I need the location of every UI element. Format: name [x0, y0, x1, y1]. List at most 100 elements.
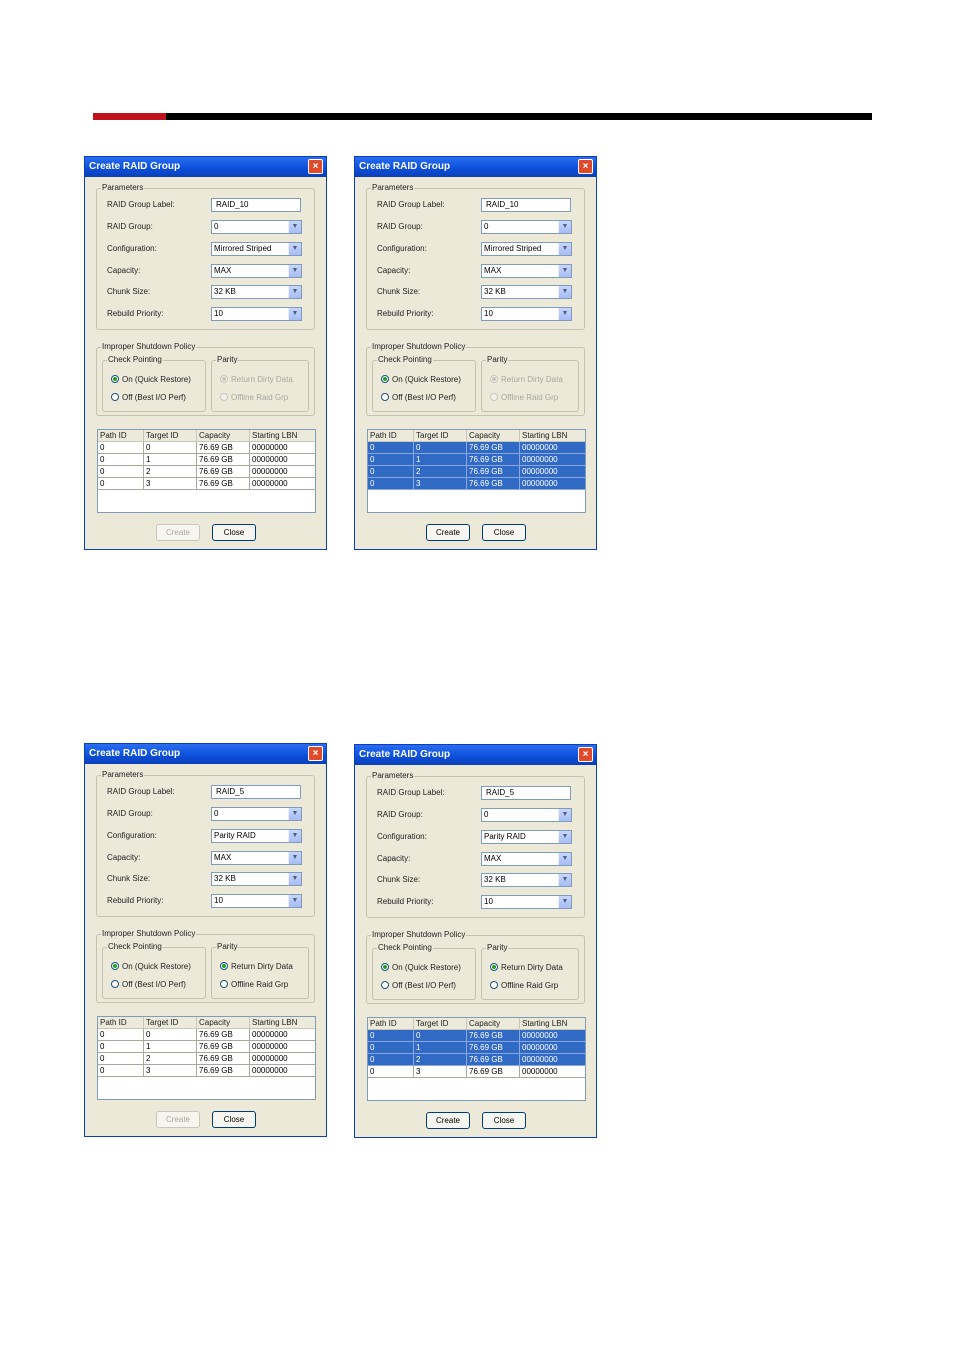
create-button[interactable]: Create	[426, 1112, 470, 1129]
raid-group-label-input[interactable]: RAID_5	[211, 785, 301, 799]
column-header[interactable]: Capacity	[467, 1018, 520, 1029]
chunk-size-select[interactable]: 32 KB ▼	[211, 285, 302, 299]
table-row[interactable]: 0 1 76.69 GB 00000000	[368, 1042, 585, 1054]
column-header[interactable]: Target ID	[414, 1018, 467, 1029]
configuration-select[interactable]: Parity RAID ▼	[481, 830, 572, 844]
disk-table[interactable]: Path ID Target ID Capacity Starting LBN 0 0 76…	[367, 1017, 586, 1101]
chevron-down-icon[interactable]: ▼	[288, 895, 301, 907]
parity-option[interactable]: Return Dirty Data	[220, 962, 293, 972]
close-icon[interactable]: ×	[578, 747, 593, 762]
chunk-size-select[interactable]: 32 KB ▼	[211, 872, 302, 886]
raid-group-label-input[interactable]: RAID_10	[211, 198, 301, 212]
disk-table[interactable]: Path ID Target ID Capacity Starting LBN 0 0 76…	[97, 429, 316, 513]
parity-option[interactable]: Return Dirty Data	[490, 963, 563, 973]
disk-table[interactable]: Path ID Target ID Capacity Starting LBN 0 0 76…	[97, 1016, 316, 1100]
chevron-down-icon[interactable]: ▼	[558, 243, 571, 255]
column-header[interactable]: Target ID	[144, 430, 197, 441]
close-icon[interactable]: ×	[578, 159, 593, 174]
chevron-down-icon[interactable]: ▼	[558, 809, 571, 821]
check-pointing-option[interactable]: On (Quick Restore)	[111, 375, 191, 385]
chevron-down-icon[interactable]: ▼	[558, 853, 571, 865]
chevron-down-icon[interactable]: ▼	[288, 243, 301, 255]
chevron-down-icon[interactable]: ▼	[288, 221, 301, 233]
parity-option[interactable]: Offline Raid Grp	[220, 980, 288, 990]
table-row[interactable]: 0 1 76.69 GB 00000000	[98, 1041, 315, 1053]
chevron-down-icon[interactable]: ▼	[288, 852, 301, 864]
raid-group-select[interactable]: 0 ▼	[211, 807, 302, 821]
chevron-down-icon[interactable]: ▼	[558, 831, 571, 843]
close-button[interactable]: Close	[482, 1112, 526, 1129]
capacity-select[interactable]: MAX ▼	[211, 851, 302, 865]
check-pointing-option[interactable]: Off (Best I/O Perf)	[111, 393, 186, 403]
raid-group-label-input[interactable]: RAID_5	[481, 786, 571, 800]
capacity-select[interactable]: MAX ▼	[481, 264, 572, 278]
configuration-select[interactable]: Parity RAID ▼	[211, 829, 302, 843]
table-row[interactable]: 0 3 76.69 GB 00000000	[368, 478, 585, 490]
table-row[interactable]: 0 2 76.69 GB 00000000	[368, 466, 585, 478]
raid-group-label-input[interactable]: RAID_10	[481, 198, 571, 212]
table-row[interactable]: 0 1 76.69 GB 00000000	[368, 454, 585, 466]
create-button[interactable]: Create	[426, 524, 470, 541]
table-row[interactable]: 0 3 76.69 GB 00000000	[98, 1065, 315, 1077]
column-header[interactable]: Starting LBN	[520, 430, 585, 441]
parity-option[interactable]: Offline Raid Grp	[490, 981, 558, 991]
configuration-select[interactable]: Mirrored Striped ▼	[211, 242, 302, 256]
chunk-size-select[interactable]: 32 KB ▼	[481, 285, 572, 299]
chevron-down-icon[interactable]: ▼	[288, 808, 301, 820]
column-header[interactable]: Capacity	[197, 430, 250, 441]
table-row[interactable]: 0 0 76.69 GB 00000000	[98, 1029, 315, 1041]
configuration-select[interactable]: Mirrored Striped ▼	[481, 242, 572, 256]
table-row[interactable]: 0 0 76.69 GB 00000000	[368, 442, 585, 454]
column-header[interactable]: Starting LBN	[250, 1017, 315, 1028]
check-pointing-option[interactable]: On (Quick Restore)	[381, 375, 461, 385]
chevron-down-icon[interactable]: ▼	[558, 308, 571, 320]
capacity-select[interactable]: MAX ▼	[211, 264, 302, 278]
close-button[interactable]: Close	[482, 524, 526, 541]
check-pointing-option[interactable]: Off (Best I/O Perf)	[381, 393, 456, 403]
capacity-select[interactable]: MAX ▼	[481, 852, 572, 866]
chevron-down-icon[interactable]: ▼	[558, 221, 571, 233]
column-header[interactable]: Target ID	[414, 430, 467, 441]
column-header[interactable]: Starting LBN	[520, 1018, 585, 1029]
rebuild-priority-select[interactable]: 10 ▼	[211, 894, 302, 908]
table-row[interactable]: 0 0 76.69 GB 00000000	[368, 1030, 585, 1042]
table-row[interactable]: 0 0 76.69 GB 00000000	[98, 442, 315, 454]
column-header[interactable]: Target ID	[144, 1017, 197, 1028]
check-pointing-option[interactable]: On (Quick Restore)	[381, 963, 461, 973]
table-row[interactable]: 0 2 76.69 GB 00000000	[98, 466, 315, 478]
chevron-down-icon[interactable]: ▼	[288, 873, 301, 885]
column-header[interactable]: Capacity	[467, 430, 520, 441]
raid-group-select[interactable]: 0 ▼	[211, 220, 302, 234]
check-pointing-option[interactable]: On (Quick Restore)	[111, 962, 191, 972]
disk-table[interactable]: Path ID Target ID Capacity Starting LBN 0 0 76…	[367, 429, 586, 513]
close-button[interactable]: Close	[212, 524, 256, 541]
close-icon[interactable]: ×	[308, 159, 323, 174]
chevron-down-icon[interactable]: ▼	[558, 874, 571, 886]
chevron-down-icon[interactable]: ▼	[288, 830, 301, 842]
column-header[interactable]: Starting LBN	[250, 430, 315, 441]
rebuild-priority-select[interactable]: 10 ▼	[211, 307, 302, 321]
column-header[interactable]: Capacity	[197, 1017, 250, 1028]
table-row[interactable]: 0 3 76.69 GB 00000000	[368, 1066, 585, 1078]
close-icon[interactable]: ×	[308, 746, 323, 761]
table-row[interactable]: 0 1 76.69 GB 00000000	[98, 454, 315, 466]
check-pointing-option[interactable]: Off (Best I/O Perf)	[111, 980, 186, 990]
table-row[interactable]: 0 2 76.69 GB 00000000	[98, 1053, 315, 1065]
column-header[interactable]: Path ID	[98, 430, 144, 441]
table-row[interactable]: 0 3 76.69 GB 00000000	[98, 478, 315, 490]
rebuild-priority-select[interactable]: 10 ▼	[481, 895, 572, 909]
chevron-down-icon[interactable]: ▼	[558, 286, 571, 298]
column-header[interactable]: Path ID	[368, 430, 414, 441]
chunk-size-select[interactable]: 32 KB ▼	[481, 873, 572, 887]
chevron-down-icon[interactable]: ▼	[558, 896, 571, 908]
chevron-down-icon[interactable]: ▼	[288, 286, 301, 298]
table-row[interactable]: 0 2 76.69 GB 00000000	[368, 1054, 585, 1066]
raid-group-select[interactable]: 0 ▼	[481, 808, 572, 822]
column-header[interactable]: Path ID	[368, 1018, 414, 1029]
check-pointing-option[interactable]: Off (Best I/O Perf)	[381, 981, 456, 991]
raid-group-select[interactable]: 0 ▼	[481, 220, 572, 234]
chevron-down-icon[interactable]: ▼	[288, 265, 301, 277]
chevron-down-icon[interactable]: ▼	[288, 308, 301, 320]
rebuild-priority-select[interactable]: 10 ▼	[481, 307, 572, 321]
chevron-down-icon[interactable]: ▼	[558, 265, 571, 277]
